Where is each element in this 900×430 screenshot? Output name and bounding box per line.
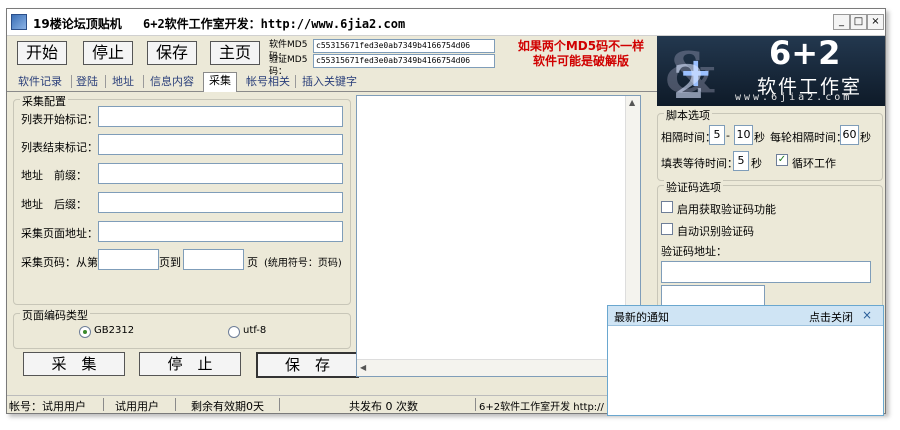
scroll-up-icon[interactable]: ▲ <box>629 98 635 107</box>
app-icon <box>11 14 27 30</box>
tab-separator <box>295 75 296 88</box>
round-interval-input[interactable]: 60 <box>840 125 859 145</box>
md5-warning-line1: 如果两个MD5码不一样 <box>517 39 645 53</box>
enable-captcha-label: 启用获取验证码功能 <box>677 203 776 216</box>
studio-logo: & + 2 6+2 软件工作室 www.6jia2.com <box>657 36 885 106</box>
tab-collect[interactable]: 采集 <box>203 72 237 92</box>
tab-separator <box>143 75 144 88</box>
captcha-address-input[interactable] <box>661 261 871 283</box>
wait-label: 填表等待时间： <box>661 157 738 170</box>
status-user: 试用用户 <box>115 400 159 413</box>
collect-button[interactable]: 采 集 <box>23 352 125 376</box>
page-hint-label: (统用符号：页码) <box>264 258 342 269</box>
auto-captcha-checkbox[interactable] <box>661 223 673 235</box>
tab-login[interactable]: 登陆 <box>71 74 103 90</box>
tab-strip: 软件记录 登陆 地址 信息内容 采集 帐号相关 插入关键字 <box>7 71 657 92</box>
page-url-input[interactable] <box>98 221 343 242</box>
tab-account[interactable]: 帐号相关 <box>241 74 295 90</box>
maximize-button[interactable]: □ <box>850 14 867 30</box>
wait-unit: 秒 <box>751 157 762 170</box>
scroll-left-icon[interactable]: ◀ <box>360 363 366 372</box>
page-to-label: 页到 <box>159 256 181 269</box>
verify-md5-value: c55315671fed3e0ab7349b4166754d06 <box>313 54 495 68</box>
collect-output-textarea[interactable]: ▲ ◀ <box>356 95 641 377</box>
utf8-radio[interactable] <box>228 326 240 338</box>
list-start-input[interactable] <box>98 106 343 127</box>
tab-software-record[interactable]: 软件记录 <box>13 74 67 90</box>
status-separator <box>475 398 476 411</box>
tab-address[interactable]: 地址 <box>107 74 139 90</box>
software-md5-value: c55315671fed3e0ab7349b4166754d06 <box>313 39 495 53</box>
address-suffix-label: 地址 后缀： <box>21 198 87 211</box>
utf8-label: utf-8 <box>243 325 267 336</box>
collect-config-label: 采集配置 <box>20 93 68 109</box>
close-icon[interactable]: × <box>862 308 872 322</box>
horizontal-scrollbar[interactable]: ◀ <box>357 359 640 376</box>
script-options-label: 脚本选项 <box>664 107 712 123</box>
page-to-input[interactable] <box>183 249 244 270</box>
status-developer: 6+2软件工作室开发 http:// <box>479 402 604 413</box>
gb2312-label: GB2312 <box>94 325 135 336</box>
logo-brand: 6+2 <box>769 36 841 72</box>
status-separator <box>103 398 104 411</box>
logo-url: www.6jia2.com <box>735 92 853 103</box>
status-remaining: 剩余有效期0天 <box>191 400 264 413</box>
save-button[interactable]: 保存 <box>147 41 197 65</box>
close-button[interactable]: × <box>867 14 884 30</box>
stop-collect-button[interactable]: 停 止 <box>139 352 241 376</box>
round-interval-label: 每轮相隔时间： <box>770 131 847 144</box>
app-subtitle: 6+2软件工作室开发：http://www.6jia2.com <box>143 17 406 31</box>
enable-captcha-checkbox[interactable] <box>661 201 673 213</box>
list-end-input[interactable] <box>98 134 343 155</box>
status-separator <box>279 398 280 411</box>
interval-label: 相隔时间： <box>661 131 716 144</box>
interval-unit: 秒 <box>754 131 765 144</box>
page-url-label: 采集页面地址： <box>21 227 98 240</box>
save-collect-button[interactable]: 保 存 <box>256 352 359 378</box>
interval-min-input[interactable]: 5 <box>709 125 725 145</box>
status-published: 共发布 0 次数 <box>349 400 418 413</box>
encoding-label: 页面编码类型 <box>20 307 90 323</box>
minimize-button[interactable]: _ <box>833 14 850 30</box>
status-bar: 帐号：试用用户 试用用户 剩余有效期0天 共发布 0 次数 6+2软件工作室开发… <box>7 395 657 413</box>
notification-popup: 最新的通知 点击关闭 × <box>607 305 884 416</box>
app-title: 19楼论坛顶贴机 <box>33 17 122 31</box>
round-interval-unit: 秒 <box>860 131 871 144</box>
status-separator <box>175 398 176 411</box>
home-button[interactable]: 主页 <box>210 41 260 65</box>
notification-title: 最新的通知 <box>614 311 669 324</box>
status-account: 帐号：试用用户 <box>9 400 86 413</box>
encoding-group: 页面编码类型 <box>13 307 351 349</box>
gb2312-radio[interactable] <box>79 326 91 338</box>
page-from-label: 采集页码：从第 <box>21 256 98 269</box>
notification-header: 最新的通知 点击关闭 × <box>608 306 883 326</box>
page-from-input[interactable] <box>98 249 159 270</box>
address-suffix-input[interactable] <box>98 192 343 213</box>
captcha-options-label: 验证码选项 <box>664 179 723 195</box>
stop-button[interactable]: 停止 <box>83 41 133 65</box>
address-prefix-input[interactable] <box>98 163 343 184</box>
start-button[interactable]: 开始 <box>17 41 67 65</box>
address-prefix-label: 地址 前缀： <box>21 169 87 182</box>
svg-text:2: 2 <box>673 55 705 106</box>
wait-input[interactable]: 5 <box>733 151 749 171</box>
tab-insert-keyword[interactable]: 插入关键字 <box>297 74 362 90</box>
interval-dash: - <box>726 129 730 142</box>
md5-warning-line2: 软件可能是破解版 <box>532 54 629 68</box>
tab-separator <box>105 75 106 88</box>
tab-content[interactable]: 信息内容 <box>145 74 199 90</box>
list-end-label: 列表结束标记： <box>21 141 98 154</box>
interval-max-input[interactable]: 10 <box>734 125 753 145</box>
auto-captcha-label: 自动识别验证码 <box>677 225 754 238</box>
loop-label: 循环工作 <box>792 157 836 170</box>
loop-checkbox[interactable]: ✓ <box>776 154 788 166</box>
page-unit-label: 页 <box>247 256 258 269</box>
captcha-address-label: 验证码地址： <box>661 245 727 258</box>
list-start-label: 列表开始标记： <box>21 113 98 126</box>
title-bar: 19楼论坛顶贴机 6+2软件工作室开发：http://www.6jia2.com… <box>7 9 885 36</box>
notification-close-link[interactable]: 点击关闭 <box>809 309 853 325</box>
